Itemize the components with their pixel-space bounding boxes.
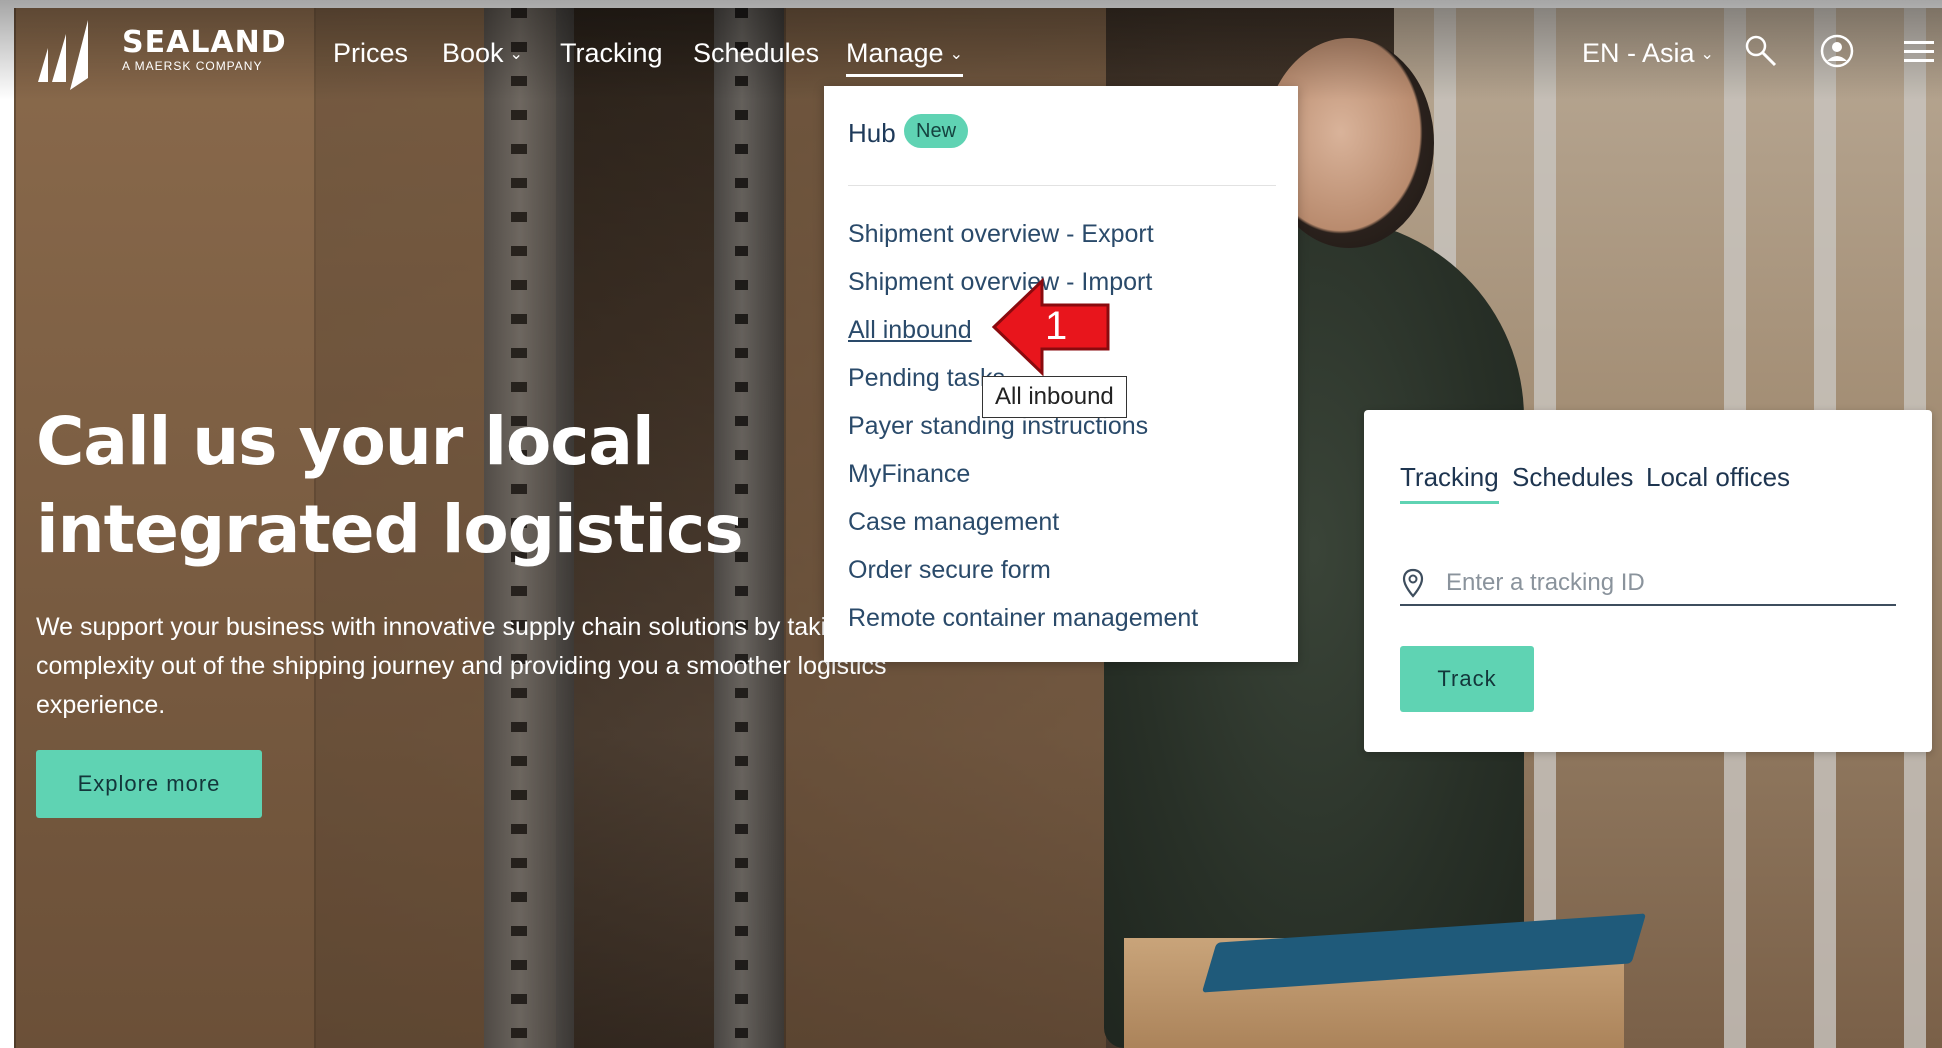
- chevron-down-icon: ⌄: [509, 46, 523, 63]
- sealand-logo-icon[interactable]: [34, 20, 106, 92]
- brand-tagline: A MAERSK COMPANY: [122, 59, 263, 73]
- hero-description: We support your business with innovative…: [36, 613, 896, 719]
- tab-tracking[interactable]: Tracking: [1400, 462, 1499, 504]
- nav-label: Book: [442, 38, 504, 68]
- menu-item-hub[interactable]: Hub: [848, 118, 896, 149]
- menu-item-shipment-overview-export[interactable]: Shipment overview - Export: [848, 220, 1154, 249]
- menu-icon[interactable]: [1900, 32, 1938, 70]
- tracking-id-input[interactable]: [1400, 562, 1896, 606]
- menu-divider: [848, 185, 1276, 186]
- search-icon[interactable]: [1742, 32, 1780, 70]
- menu-item-all-inbound[interactable]: All inbound: [848, 316, 972, 345]
- tab-local-offices[interactable]: Local offices: [1646, 462, 1790, 493]
- nav-manage[interactable]: Manage ⌄: [846, 38, 963, 77]
- hover-tooltip: All inbound: [982, 376, 1127, 418]
- brand-name: SEALAND: [122, 25, 287, 60]
- nav-schedules[interactable]: Schedules: [693, 38, 819, 68]
- location-pin-icon: [1402, 568, 1424, 598]
- track-button[interactable]: Track: [1400, 646, 1534, 712]
- user-icon[interactable]: [1818, 32, 1856, 70]
- nav-book[interactable]: Book ⌄: [442, 38, 523, 70]
- step-number: 1: [1045, 304, 1068, 348]
- menu-item-myfinance[interactable]: MyFinance: [848, 460, 970, 489]
- menu-item-case-management[interactable]: Case management: [848, 508, 1059, 537]
- nav-label: Schedules: [693, 38, 820, 68]
- nav-prices[interactable]: Prices: [333, 38, 408, 68]
- new-badge: New: [904, 114, 969, 148]
- menu-item-remote-container-management[interactable]: Remote container management: [848, 604, 1198, 633]
- chevron-down-icon: ⌄: [949, 46, 963, 63]
- locale-selector[interactable]: EN - Asia ⌄: [1582, 38, 1714, 70]
- nav-label: Tracking: [560, 38, 663, 68]
- tracking-widget: Tracking Schedules Local offices Track: [1364, 410, 1932, 752]
- explore-more-button[interactable]: Explore more: [36, 750, 262, 818]
- nav-label: Manage: [846, 38, 944, 68]
- tab-schedules[interactable]: Schedules: [1512, 462, 1633, 493]
- nav-tracking[interactable]: Tracking: [560, 38, 663, 68]
- top-navigation: SEALAND A MAERSK COMPANY Prices Book ⌄ Tr…: [0, 0, 1942, 100]
- chevron-down-icon: ⌄: [1700, 46, 1714, 63]
- brand-logo[interactable]: SEALAND A MAERSK COMPANY: [122, 25, 287, 74]
- menu-item-order-secure-form[interactable]: Order secure form: [848, 556, 1051, 585]
- hero-title: Call us your local integrated logistics: [36, 403, 743, 568]
- locale-label: EN - Asia: [1582, 38, 1695, 68]
- nav-label: Prices: [333, 38, 409, 68]
